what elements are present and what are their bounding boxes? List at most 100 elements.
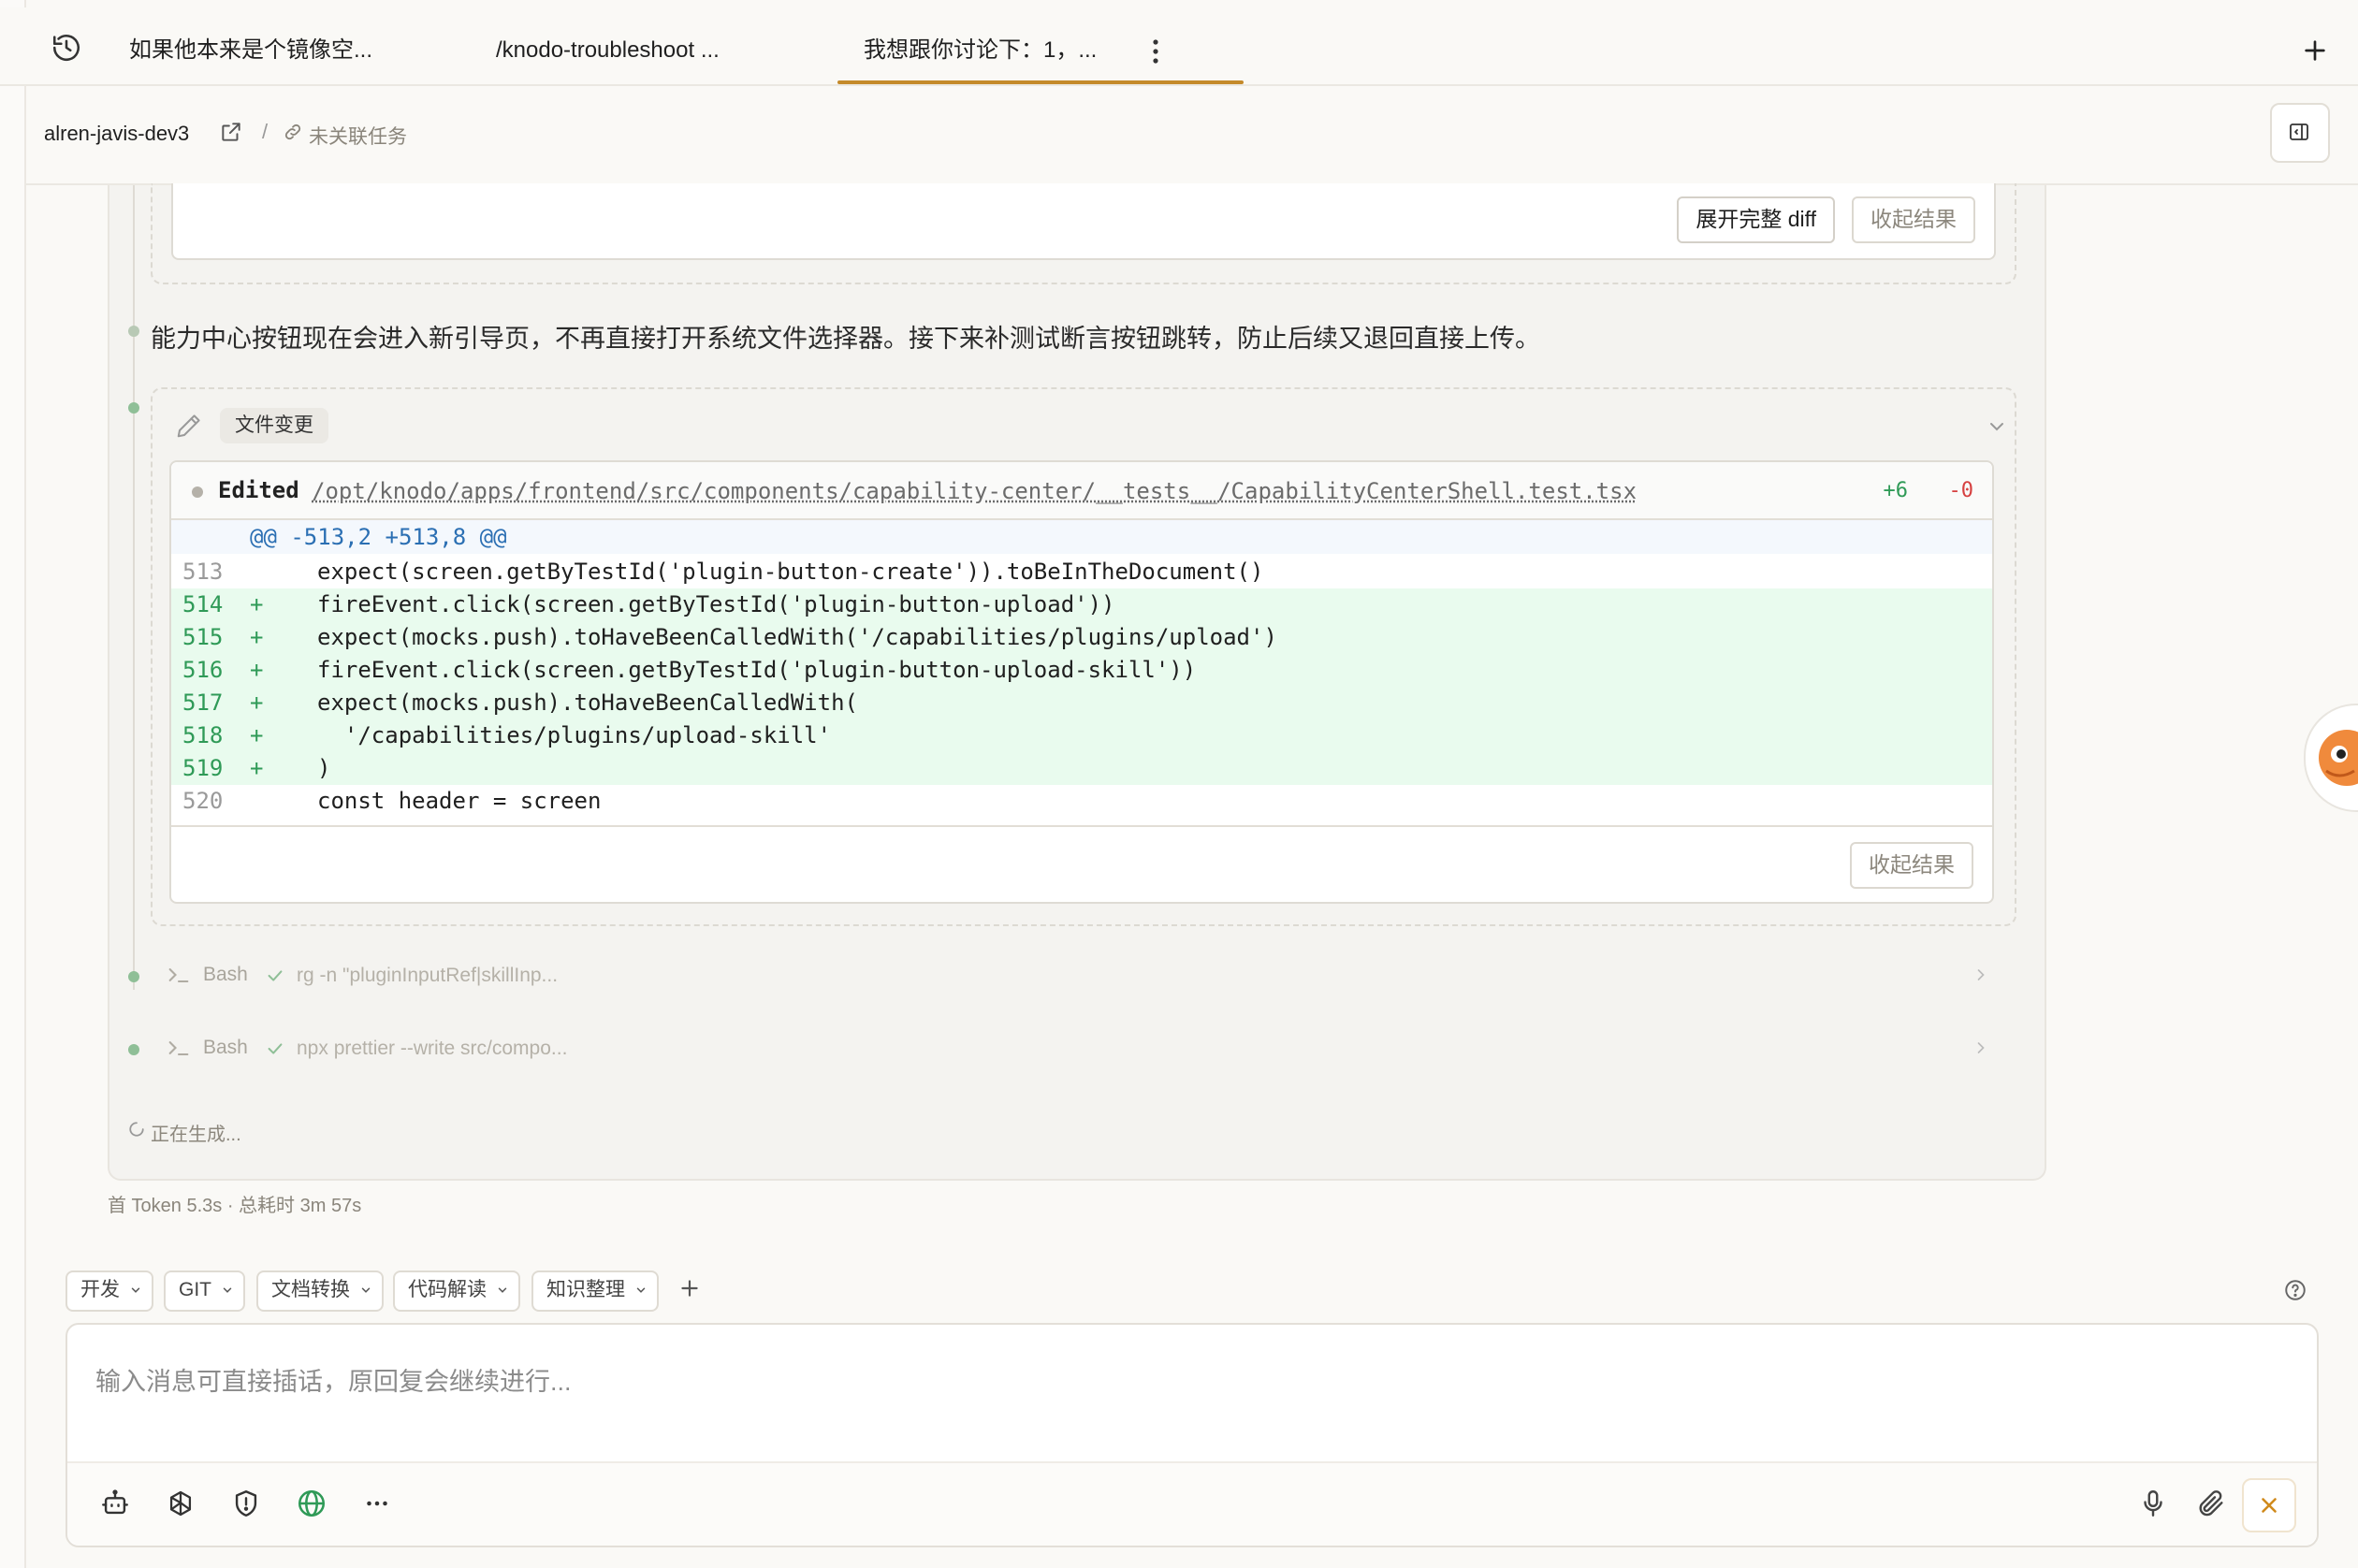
timeline-dot	[128, 326, 139, 337]
close-icon	[2262, 1498, 2277, 1513]
collapse-result-button[interactable]: 收起结果	[1852, 196, 1975, 243]
bash-command: npx prettier --write src/compo...	[297, 1038, 568, 1059]
response-stats: 首 Token 5.3s · 总耗时 3m 57s	[108, 1196, 362, 1216]
diff-line-context: 520 const header = screen	[171, 785, 1992, 818]
generating-status: 正在生成...	[151, 1125, 241, 1145]
file-path-link[interactable]: /opt/knodo/apps/frontend/src/components/…	[312, 478, 1637, 504]
timeline-dot	[128, 402, 139, 414]
bash-run-2[interactable]: Bash npx prettier --write src/compo...	[166, 1029, 2037, 1067]
shield-icon[interactable]	[230, 1488, 262, 1519]
status-dot	[192, 486, 203, 498]
shortcut-knowledge[interactable]: 知识整理	[531, 1270, 659, 1312]
line-number: 520	[182, 788, 224, 814]
previous-result-block: 展开完整 diff 收起结果	[151, 183, 2016, 284]
panel-toggle-button[interactable]	[2270, 103, 2330, 163]
stop-generation-button[interactable]	[2242, 1478, 2296, 1532]
chevron-down-icon[interactable]	[1986, 415, 2008, 438]
tab-bar: 如果他本来是个镜像空... /knodo-troubleshoot ... 我想…	[0, 7, 2358, 86]
shortcut-git[interactable]: GIT	[164, 1270, 245, 1312]
chevron-down-icon	[221, 1284, 234, 1297]
code-text: fireEvent.click(screen.getByTestId('plug…	[317, 591, 1115, 617]
globe-icon[interactable]	[296, 1488, 328, 1519]
diff-line-added: 514 + fireEvent.click(screen.getByTestId('…	[171, 588, 1992, 621]
link-icon	[283, 122, 303, 142]
chip-label: GIT	[179, 1279, 211, 1300]
diff-hunk-header: @@ -513,2 +513,8 @@	[171, 520, 1992, 554]
chevron-right-icon	[1972, 965, 1990, 984]
task-link[interactable]: 未关联任务	[309, 122, 407, 150]
previous-result-box: 展开完整 diff 收起结果	[171, 183, 1996, 260]
check-icon	[265, 965, 285, 986]
line-number: 513	[182, 559, 224, 585]
diff-line-added: 517 + expect(mocks.push).toHaveBeenCalledW…	[171, 687, 1992, 719]
line-number: 516	[182, 657, 224, 683]
sidebar-panel-icon	[2290, 123, 2308, 140]
code-text: const header = screen	[317, 788, 602, 814]
expand-diff-button[interactable]: 展开完整 diff	[1677, 196, 1835, 243]
hunk-text: @@ -513,2 +513,8 @@	[250, 524, 507, 550]
paperclip-icon[interactable]	[2195, 1488, 2227, 1519]
file-change-tag: 文件变更	[220, 408, 328, 443]
line-number: 515	[182, 624, 224, 650]
tab-3-active[interactable]: 我想跟你讨论下：1，...	[864, 32, 1097, 69]
bash-command: rg -n "pluginInputRef|skillInp...	[297, 965, 559, 986]
left-rail	[0, 0, 26, 1568]
diff-line-added: 519 +)	[171, 752, 1992, 785]
chevron-down-icon	[129, 1284, 142, 1297]
add-shortcut-icon[interactable]	[677, 1276, 702, 1300]
code-text: )	[317, 755, 331, 781]
collapse-result-button[interactable]: 收起结果	[1850, 842, 1973, 889]
diff-footer: 收起结果	[171, 825, 1992, 902]
diff-line-context: 513 expect(screen.getByTestId('plugin-but…	[171, 556, 1992, 588]
pencil-icon	[175, 412, 203, 440]
bash-label: Bash	[203, 964, 248, 985]
add-tab-icon[interactable]	[2300, 36, 2330, 65]
diff-sign: +	[250, 591, 264, 617]
history-icon[interactable]	[51, 32, 82, 64]
diff-line-added: 515 + expect(mocks.push).toHaveBeenCalledW…	[171, 621, 1992, 654]
diff-sign: +	[250, 722, 264, 748]
timeline-line	[133, 185, 135, 990]
shortcut-code-explain[interactable]: 代码解读	[393, 1270, 520, 1312]
external-link-icon[interactable]	[219, 120, 243, 144]
terminal-prompt-icon	[166, 962, 192, 988]
bash-run-1[interactable]: Bash rg -n "pluginInputRef|skillInp...	[166, 956, 2037, 994]
code-text: expect(mocks.push).toHaveBeenCalledWith(…	[317, 624, 1277, 650]
openai-icon[interactable]	[165, 1488, 196, 1519]
diff-sign: +	[250, 657, 264, 683]
chevron-right-icon	[1972, 1038, 1990, 1057]
message-composer	[66, 1323, 2319, 1547]
diff-line-added: 518 + '/capabilities/plugins/upload-skill…	[171, 719, 1992, 752]
chevron-down-icon	[496, 1284, 509, 1297]
breadcrumb-separator: /	[262, 120, 269, 143]
chevron-down-icon	[359, 1284, 372, 1297]
workspace-name[interactable]: alren-javis-dev3	[44, 122, 189, 146]
assistant-response-card: 展开完整 diff 收起结果 能力中心按钮现在会进入新引导页，不再直接打开系统文…	[108, 183, 2046, 1181]
bash-label: Bash	[203, 1037, 248, 1058]
line-number: 517	[182, 690, 224, 716]
shortcut-doc-convert[interactable]: 文档转换	[256, 1270, 384, 1312]
chip-label: 知识整理	[546, 1279, 625, 1300]
tab-1[interactable]: 如果他本来是个镜像空...	[129, 32, 372, 69]
shortcut-dev[interactable]: 开发	[66, 1270, 153, 1312]
edited-label: Edited	[218, 477, 299, 503]
diff-sign: +	[250, 755, 264, 781]
line-number: 514	[182, 591, 224, 617]
help-icon[interactable]	[2283, 1278, 2307, 1302]
microphone-icon[interactable]	[2137, 1488, 2169, 1519]
terminal-prompt-icon	[166, 1035, 192, 1061]
robot-icon[interactable]	[99, 1488, 131, 1519]
code-text: expect(screen.getByTestId('plugin-button…	[317, 559, 1264, 585]
diff-viewer: Edited /opt/knodo/apps/frontend/src/comp…	[169, 460, 1994, 904]
message-input[interactable]	[94, 1353, 2287, 1411]
line-number: 518	[182, 722, 224, 748]
additions-count: +6	[1883, 479, 1909, 502]
more-vertical-icon[interactable]	[1143, 36, 1168, 67]
more-horizontal-icon[interactable]	[361, 1488, 393, 1519]
code-text: expect(mocks.push).toHaveBeenCalledWith(	[317, 690, 858, 716]
mascot-avatar[interactable]	[2304, 704, 2358, 812]
diff-sign: +	[250, 624, 264, 650]
diff-line-added: 516 + fireEvent.click(screen.getByTestId('…	[171, 654, 1992, 687]
assistant-message: 能力中心按钮现在会进入新引导页，不再直接打开系统文件选择器。接下来补测试断言按钮…	[151, 325, 1540, 353]
tab-2[interactable]: /knodo-troubleshoot ...	[496, 32, 720, 69]
